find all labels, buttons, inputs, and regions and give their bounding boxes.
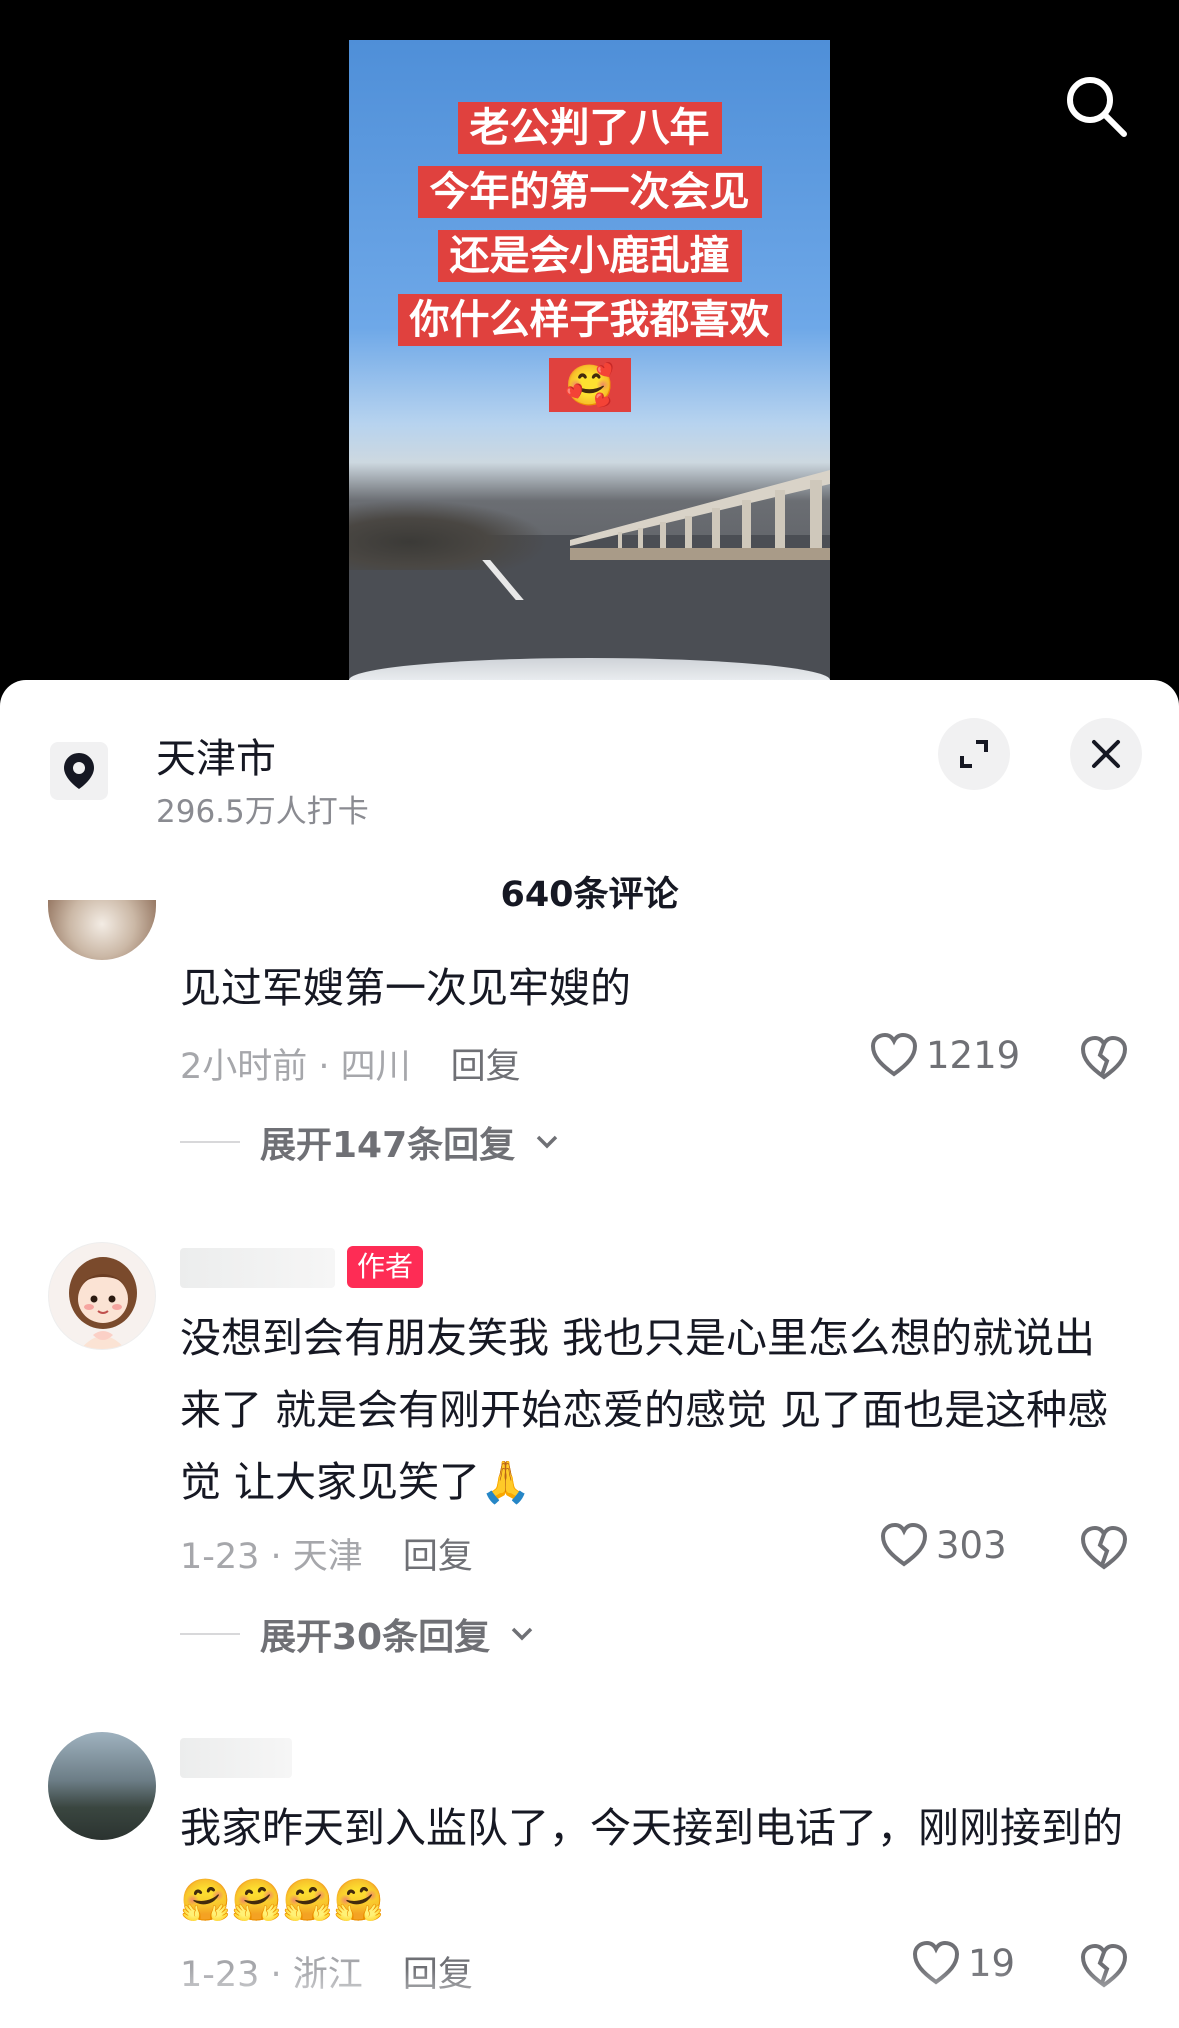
- like-count: 1219: [926, 1033, 1021, 1077]
- like-button[interactable]: 303: [880, 1522, 1007, 1568]
- elevated-railway: [570, 470, 830, 560]
- comment-meta: 1-23 · 天津 回复: [180, 1528, 473, 1579]
- chevron-down-icon: [511, 1627, 533, 1641]
- expand-replies-button[interactable]: 展开147条回复: [180, 1116, 559, 1168]
- dislike-button[interactable]: [1080, 1524, 1128, 1572]
- heart-icon: [880, 1522, 928, 1567]
- expand-icon: [960, 740, 988, 768]
- heart-icon: [870, 1032, 918, 1077]
- author-badge: 作者: [347, 1246, 424, 1288]
- caption-line: 今年的第一次会见: [417, 166, 762, 218]
- expand-button[interactable]: [938, 718, 1010, 790]
- caption-emoji: 🥰: [548, 358, 631, 412]
- video-caption: 老公判了八年 今年的第一次会见 还是会小鹿乱撞 你什么样子我都喜欢 🥰: [349, 102, 830, 412]
- comment-text: 我家昨天到入监队了，今天接到电话了，刚刚接到的🤗🤗🤗🤗: [180, 1804, 1123, 1924]
- avatar[interactable]: [48, 1732, 156, 1840]
- reply-button[interactable]: 回复: [403, 1537, 473, 1577]
- avatar[interactable]: [48, 1242, 156, 1350]
- divider: [180, 1633, 240, 1635]
- expand-replies-button[interactable]: 展开30条回复: [180, 1608, 534, 1660]
- avatar-illustration: [69, 1257, 137, 1349]
- comment-meta: 2小时前 · 四川 回复: [180, 1038, 521, 1089]
- dislike-button[interactable]: [1080, 1034, 1128, 1082]
- comment-text: 没想到会有朋友笑我 我也只是心里怎么想的就说出来了 就是会有刚开始恋爱的感觉 见…: [180, 1314, 1109, 1506]
- comment-time-location: 2小时前 · 四川: [180, 1047, 411, 1087]
- username-redacted[interactable]: [180, 1738, 292, 1778]
- video-frame[interactable]: 老公判了八年 今年的第一次会见 还是会小鹿乱撞 你什么样子我都喜欢 🥰: [349, 40, 830, 680]
- like-button[interactable]: 1219: [870, 1032, 1020, 1078]
- location-title: 天津市: [156, 736, 276, 782]
- location-checkins: 296.5万人打卡: [156, 794, 369, 830]
- caption-line: 你什么样子我都喜欢: [397, 294, 782, 346]
- expand-replies-label: 展开147条回复: [260, 1125, 516, 1166]
- comment-count: 640条评论: [500, 875, 679, 915]
- bottom-fade: [0, 1968, 1179, 2028]
- location-card[interactable]: 天津市 296.5万人打卡: [0, 680, 1179, 830]
- close-button[interactable]: [1070, 718, 1142, 790]
- search-icon: [1067, 77, 1127, 137]
- caption-line: 老公判了八年: [457, 102, 722, 154]
- divider: [180, 1141, 240, 1143]
- chevron-down-icon: [536, 1135, 558, 1149]
- trees: [349, 500, 549, 570]
- comment-sheet: 天津市 296.5万人打卡 640条评论 见过军嫂第一次见牢嫂的 2小时前 · …: [0, 680, 1179, 2028]
- avatar[interactable]: [48, 900, 156, 960]
- expand-replies-label: 展开30条回复: [260, 1617, 491, 1658]
- username-redacted[interactable]: [180, 1248, 335, 1288]
- location-pin-icon: [50, 742, 108, 800]
- like-count: 303: [936, 1523, 1007, 1567]
- video-player[interactable]: 老公判了八年 今年的第一次会见 还是会小鹿乱撞 你什么样子我都喜欢 🥰: [0, 0, 1179, 700]
- comment-time-location: 1-23 · 天津: [180, 1537, 363, 1577]
- comment-text: 见过军嫂第一次见牢嫂的: [180, 964, 631, 1012]
- search-button[interactable]: [1062, 72, 1130, 140]
- reply-button[interactable]: 回复: [451, 1047, 521, 1087]
- caption-line: 还是会小鹿乱撞: [437, 230, 742, 282]
- close-icon: [1092, 740, 1120, 768]
